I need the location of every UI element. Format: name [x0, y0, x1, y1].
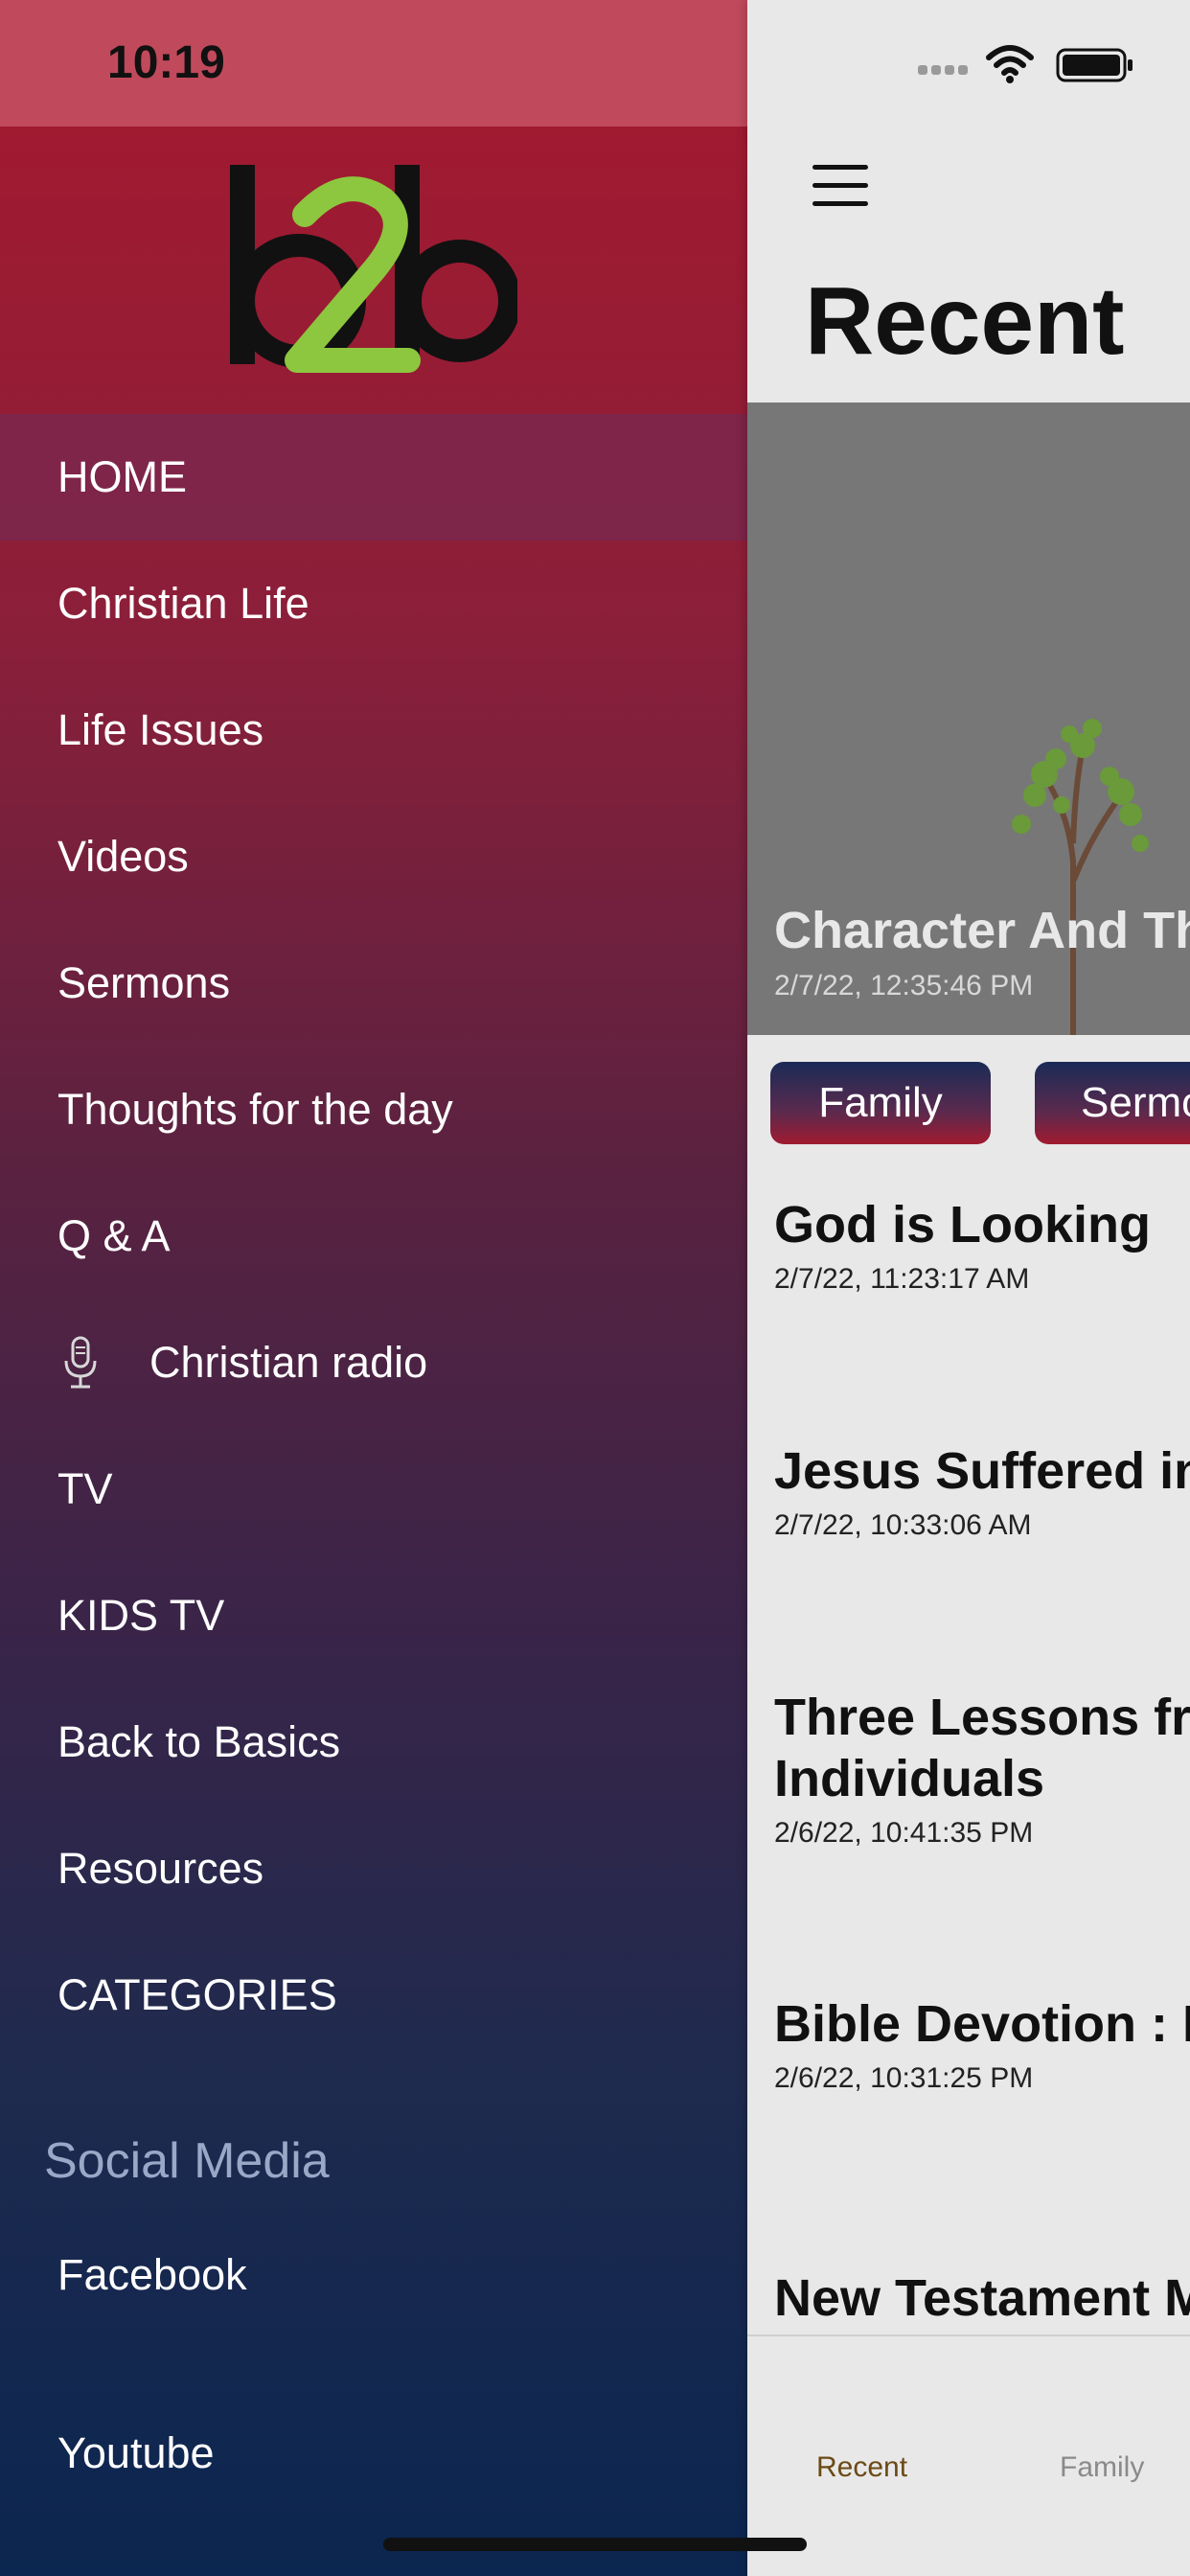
- menu-item-label: Christian radio: [149, 1338, 428, 1387]
- menu-item-videos[interactable]: Videos: [0, 794, 747, 920]
- menu-item-label: KIDS TV: [57, 1591, 225, 1640]
- status-bar: 10:19: [0, 0, 747, 126]
- social-item-youtube[interactable]: Youtube: [0, 2396, 747, 2511]
- menu-item-tv[interactable]: TV: [0, 1426, 747, 1552]
- social-item-label: Youtube: [57, 2428, 215, 2477]
- article-title: New Testament M: [774, 2269, 1190, 2327]
- menu-item-life-issues[interactable]: Life Issues: [0, 667, 747, 794]
- battery-icon: [1056, 48, 1133, 82]
- drawer-header: [0, 126, 747, 414]
- navigation-drawer: 10:19 HOME Christian Life Life Issues Vi…: [0, 0, 747, 2576]
- article-title: Three Lessons fro: [774, 1689, 1190, 1746]
- main-content: Recent Character And Th 2/7/22, 12:35:46…: [747, 0, 1190, 2576]
- article-date: 2/6/22, 10:41:35 PM: [774, 1817, 1034, 1849]
- status-icons: [918, 45, 1133, 83]
- menu-item-label: Sermons: [57, 958, 231, 1007]
- menu-item-label: HOME: [57, 452, 187, 501]
- home-indicator[interactable]: [383, 2538, 807, 2551]
- tab-family[interactable]: Family: [1060, 2451, 1144, 2484]
- menu-item-thoughts-for-the-day[interactable]: Thoughts for the day: [0, 1046, 747, 1173]
- menu-item-label: CATEGORIES: [57, 1970, 337, 2019]
- menu-item-back-to-basics[interactable]: Back to Basics: [0, 1679, 747, 1806]
- social-item-facebook[interactable]: Facebook: [0, 2218, 747, 2333]
- signal-icon: [918, 65, 968, 75]
- article-title: Bible Devotion : P: [774, 1995, 1190, 2053]
- menu-item-categories[interactable]: CATEGORIES: [0, 1932, 747, 2058]
- menu-item-christian-radio[interactable]: Christian radio: [0, 1300, 747, 1426]
- menu-item-label: Christian Life: [57, 579, 309, 628]
- menu-item-kids-tv[interactable]: KIDS TV: [0, 1552, 747, 1679]
- menu-item-label: Videos: [57, 832, 189, 881]
- b2b-logo: [230, 165, 517, 373]
- article-title-line2: Individuals: [774, 1750, 1045, 1807]
- menu-item-label: TV: [57, 1464, 113, 1513]
- page-title: Recent: [805, 267, 1125, 375]
- menu-item-q-and-a[interactable]: Q & A: [0, 1173, 747, 1300]
- menu-item-label: Life Issues: [57, 705, 264, 754]
- menu-item-label: Back to Basics: [57, 1717, 341, 1766]
- article-date: 2/6/22, 10:31:25 PM: [774, 2062, 1034, 2094]
- microphone-icon: [64, 1336, 97, 1389]
- menu-item-sermons[interactable]: Sermons: [0, 920, 747, 1046]
- article-item[interactable]: New Testament M: [774, 2267, 1190, 2329]
- article-item[interactable]: Bible Devotion : P 2/6/22, 10:31:25 PM: [774, 1993, 1190, 2095]
- wifi-icon: [986, 45, 1034, 83]
- article-date: 2/7/22, 10:33:06 AM: [774, 1509, 1032, 1541]
- status-time: 10:19: [107, 37, 225, 88]
- featured-article-card[interactable]: Character And Th 2/7/22, 12:35:46 PM: [747, 402, 1190, 1035]
- article-title: God is Looking: [774, 1196, 1151, 1254]
- tab-recent[interactable]: Recent: [816, 2451, 907, 2484]
- menu-item-home[interactable]: HOME: [0, 414, 747, 540]
- article-item[interactable]: Jesus Suffered in 2/7/22, 10:33:06 AM: [774, 1440, 1190, 1542]
- category-chip-family[interactable]: Family: [770, 1062, 991, 1144]
- featured-article-title: Character And Th: [774, 902, 1190, 959]
- menu-item-label: Q & A: [57, 1211, 171, 1260]
- menu-item-christian-life[interactable]: Christian Life: [0, 540, 747, 667]
- hamburger-menu-icon[interactable]: [812, 165, 868, 209]
- social-item-label: Facebook: [57, 2250, 247, 2299]
- menu-item-label: Thoughts for the day: [57, 1085, 453, 1134]
- social-media-heading: Social Media: [44, 2133, 330, 2189]
- featured-article-date: 2/7/22, 12:35:46 PM: [774, 970, 1034, 1001]
- article-item[interactable]: Three Lessons fro Individuals 2/6/22, 10…: [774, 1687, 1190, 1850]
- category-chip-sermons[interactable]: Sermo: [1035, 1062, 1190, 1144]
- menu-item-resources[interactable]: Resources: [0, 1806, 747, 1932]
- article-date: 2/7/22, 11:23:17 AM: [774, 1263, 1030, 1295]
- chip-label: Family: [818, 1079, 943, 1126]
- chip-label: Sermo: [1081, 1079, 1190, 1126]
- article-title: Jesus Suffered in: [774, 1442, 1190, 1500]
- tab-bar: Recent Family: [747, 2334, 1190, 2576]
- article-item[interactable]: God is Looking 2/7/22, 11:23:17 AM: [774, 1194, 1190, 1296]
- menu-item-label: Resources: [57, 1844, 264, 1893]
